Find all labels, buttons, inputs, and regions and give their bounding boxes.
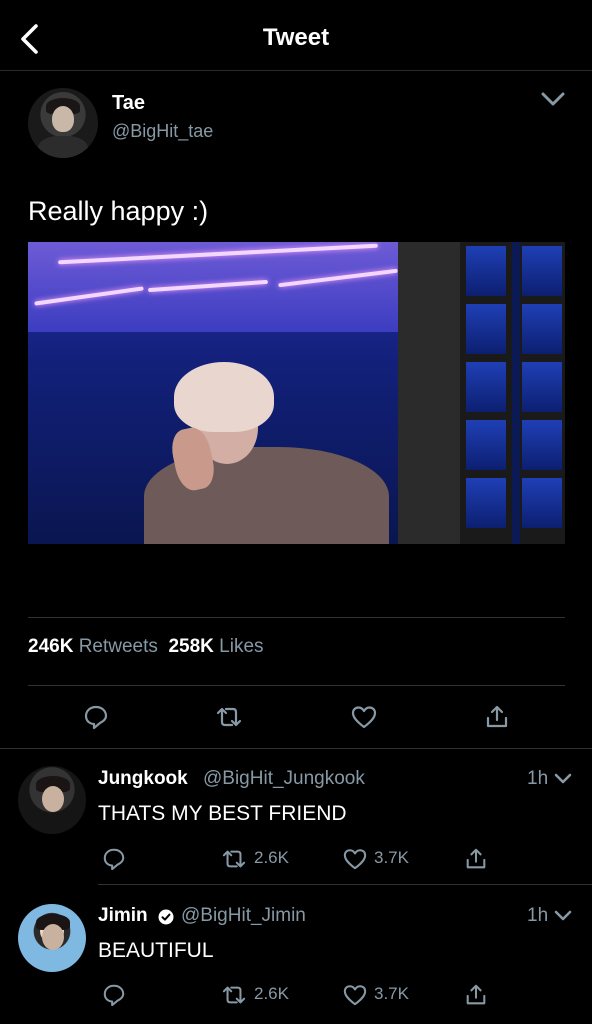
page-title: Tweet xyxy=(262,24,330,51)
chevron-down-icon[interactable] xyxy=(554,772,572,786)
film-strip xyxy=(520,242,565,544)
author-handle[interactable]: @BigHit_tae xyxy=(112,121,213,142)
reply-author-handle[interactable]: @BigHit_Jimin xyxy=(181,905,306,927)
avatar-face xyxy=(42,924,64,950)
like-count: 3.7K xyxy=(374,984,409,1003)
film-frame xyxy=(466,304,506,354)
reply-timestamp: 1h xyxy=(527,768,549,789)
reply-button[interactable] xyxy=(81,702,111,732)
tweet-photo[interactable] xyxy=(28,242,565,544)
chevron-down-icon[interactable] xyxy=(554,909,572,923)
heart-icon xyxy=(343,849,367,870)
author-name[interactable]: Tae xyxy=(112,92,145,115)
reply-button[interactable] xyxy=(99,844,129,874)
like-button[interactable] xyxy=(340,980,370,1010)
like-button[interactable] xyxy=(349,702,379,732)
like-count: 3.7K xyxy=(374,848,409,867)
reply-author-name[interactable]: Jungkook xyxy=(98,768,188,790)
reply-author-handle[interactable]: @BigHit_Jungkook xyxy=(203,768,365,790)
share-icon xyxy=(486,705,508,728)
divider xyxy=(28,685,565,686)
retweets-label[interactable]: Retweets xyxy=(79,636,158,657)
chevron-down-icon[interactable] xyxy=(540,88,566,110)
retweet-button[interactable] xyxy=(219,980,249,1010)
retweet-button[interactable] xyxy=(219,844,249,874)
tweet-stats: 246K Retweets 258K Likes xyxy=(28,636,264,658)
retweet-button[interactable] xyxy=(214,702,244,732)
avatar[interactable] xyxy=(18,904,86,972)
verified-badge-icon xyxy=(158,909,174,925)
heart-icon xyxy=(351,706,377,729)
tweet-text: Really happy :) xyxy=(28,196,209,226)
share-button[interactable] xyxy=(461,844,491,874)
retweets-count[interactable]: 246K xyxy=(28,636,73,657)
retweet-icon xyxy=(222,986,246,1004)
avatar-face xyxy=(52,106,74,132)
reply-timestamp: 1h xyxy=(527,905,549,926)
reply-icon xyxy=(84,705,108,730)
film-frame xyxy=(522,420,562,470)
likes-count[interactable]: 258K xyxy=(168,636,213,657)
avatar[interactable] xyxy=(18,766,86,834)
likes-label[interactable]: Likes xyxy=(219,636,263,657)
divider xyxy=(0,748,592,749)
tweet-detail-screen: Tweet Tae @BigHit_tae Really happy :) 24… xyxy=(0,0,592,1024)
photo-panel xyxy=(398,242,460,544)
top-bar: Tweet xyxy=(0,0,592,71)
film-frame xyxy=(466,420,506,470)
film-frame xyxy=(522,478,562,528)
retweet-icon xyxy=(222,850,246,868)
like-button[interactable] xyxy=(340,844,370,874)
film-frame xyxy=(466,246,506,296)
reply-icon xyxy=(103,984,125,1007)
film-frame xyxy=(522,304,562,354)
divider xyxy=(98,884,592,885)
reply-text: BEAUTIFUL xyxy=(98,939,214,962)
avatar[interactable] xyxy=(28,88,98,158)
film-frame xyxy=(522,362,562,412)
film-strip xyxy=(460,242,512,544)
reply-text: THATS MY BEST FRIEND xyxy=(98,802,347,825)
avatar-body xyxy=(38,136,88,158)
film-frame xyxy=(522,246,562,296)
retweet-count: 2.6K xyxy=(254,984,289,1003)
film-frame xyxy=(466,362,506,412)
share-button[interactable] xyxy=(461,980,491,1010)
film-frame xyxy=(466,478,506,528)
share-icon xyxy=(466,984,486,1005)
reply-author-name[interactable]: Jimin xyxy=(98,905,148,927)
person-hair xyxy=(174,362,274,432)
reply-button[interactable] xyxy=(99,980,129,1010)
retweet-icon xyxy=(216,707,242,727)
share-button[interactable] xyxy=(482,702,512,732)
retweet-count: 2.6K xyxy=(254,848,289,867)
reply-icon xyxy=(103,848,125,871)
share-icon xyxy=(466,848,486,869)
heart-icon xyxy=(343,985,367,1006)
divider xyxy=(28,617,565,618)
avatar-face xyxy=(42,786,64,812)
